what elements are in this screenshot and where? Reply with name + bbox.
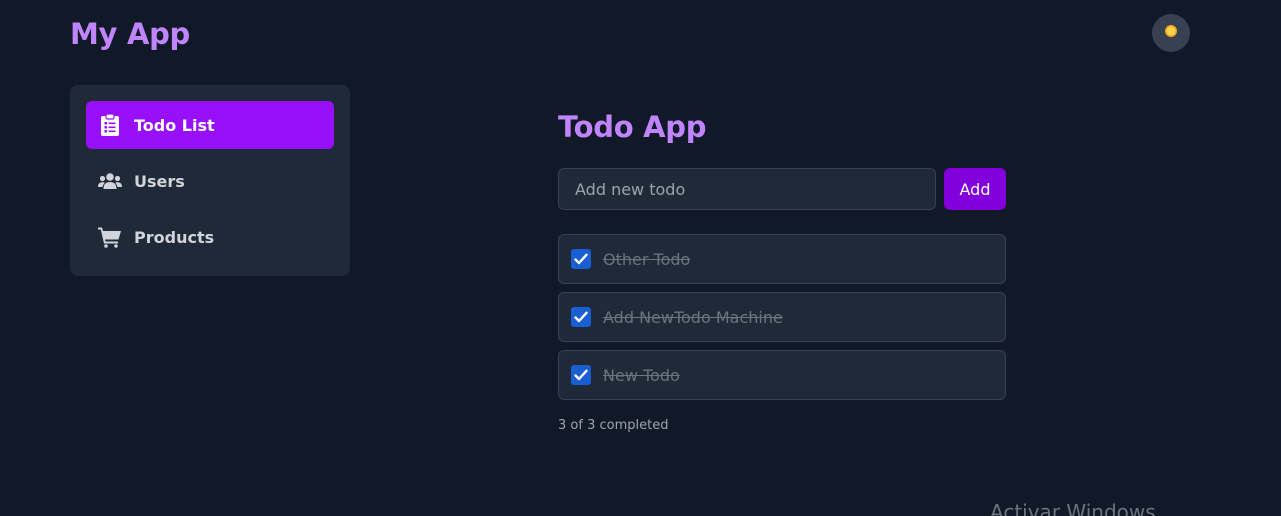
app-title: My App: [70, 17, 191, 51]
todo-text[interactable]: New Todo: [603, 366, 680, 385]
sun-icon: [1163, 23, 1179, 44]
todo-panel: Todo App Add Other Todo Add NewTodo Mach…: [558, 110, 1006, 433]
check-icon: [574, 369, 588, 381]
todo-checkbox[interactable]: [571, 249, 591, 269]
check-icon: [574, 253, 588, 265]
add-todo-button[interactable]: Add: [944, 168, 1006, 210]
sidebar-item-todo-list[interactable]: Todo List: [86, 101, 334, 149]
sidebar: Todo List Users Products: [70, 85, 350, 276]
sidebar-item-label: Users: [134, 171, 185, 191]
todo-item: Add NewTodo Machine: [558, 292, 1006, 342]
sidebar-item-label: Todo List: [134, 115, 215, 135]
theme-toggle-button[interactable]: [1152, 14, 1190, 52]
new-todo-input[interactable]: [558, 168, 936, 210]
add-todo-form: Add: [558, 168, 1006, 210]
check-icon: [574, 311, 588, 323]
todo-checkbox[interactable]: [571, 307, 591, 327]
todo-text[interactable]: Add NewTodo Machine: [603, 308, 783, 327]
sidebar-item-label: Products: [134, 227, 215, 247]
todo-checkbox[interactable]: [571, 365, 591, 385]
sidebar-item-products[interactable]: Products: [86, 213, 334, 261]
shopping-cart-icon: [98, 226, 122, 248]
todo-text[interactable]: Other Todo: [603, 250, 690, 269]
todo-list: Other Todo Add NewTodo Machine New Todo: [558, 234, 1006, 400]
todo-item: Other Todo: [558, 234, 1006, 284]
todo-item: New Todo: [558, 350, 1006, 400]
sidebar-item-users[interactable]: Users: [86, 157, 334, 205]
windows-activation-watermark: Activar Windows: [990, 500, 1156, 516]
clipboard-list-icon: [98, 114, 122, 136]
page-title: Todo App: [558, 110, 707, 144]
completion-summary: 3 of 3 completed: [558, 418, 669, 433]
users-icon: [98, 172, 122, 190]
